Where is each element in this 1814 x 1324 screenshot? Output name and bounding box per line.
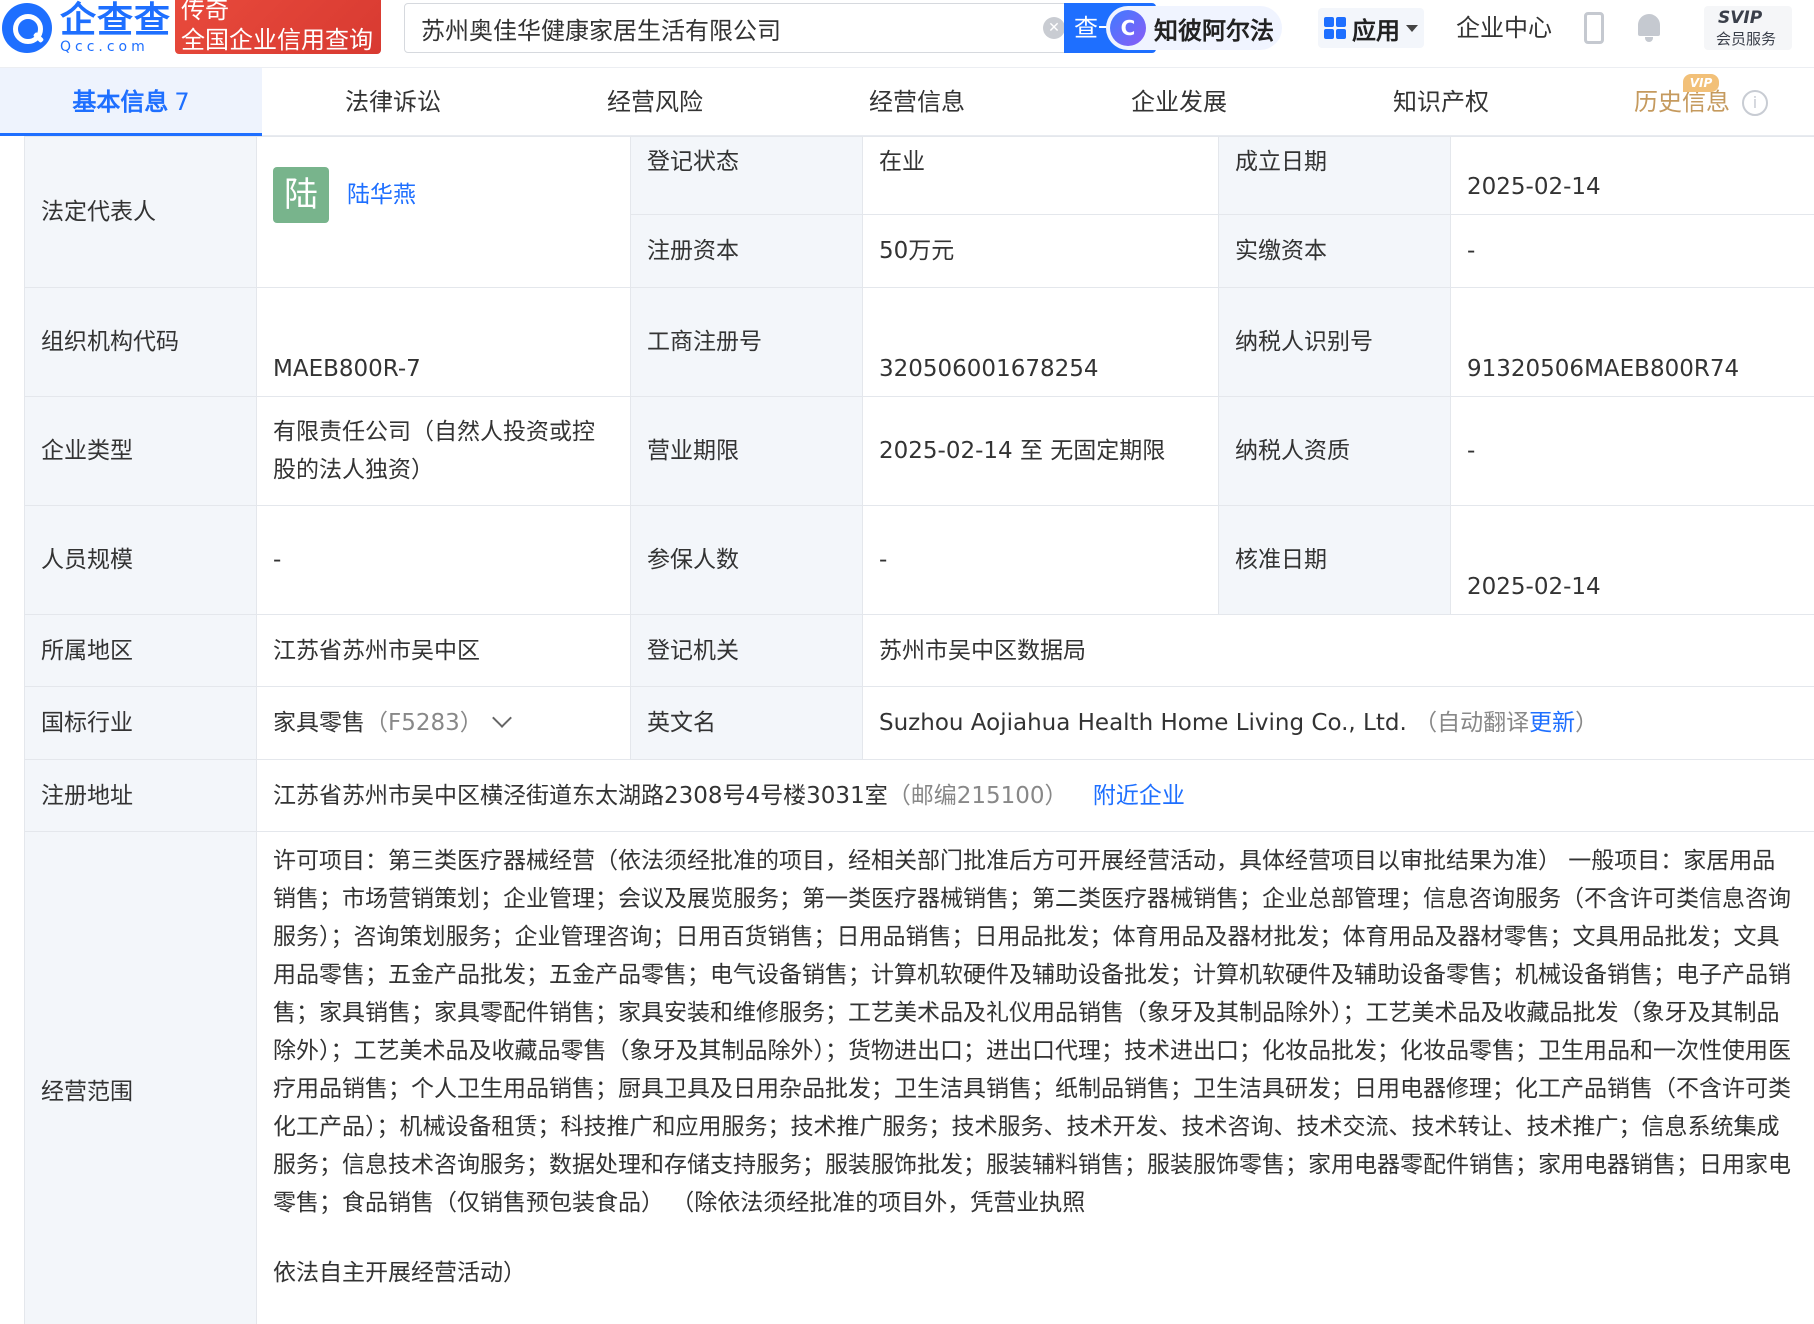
ai-label: 知彼阿尔法 xyxy=(1154,16,1274,45)
grid-icon xyxy=(1324,17,1346,39)
industry-code: （F5283） xyxy=(365,710,483,736)
industry-label: 国标行业 xyxy=(24,686,257,760)
mobile-icon[interactable] xyxy=(1584,12,1604,44)
en-name-update-link[interactable]: 更新 xyxy=(1529,710,1575,736)
en-name-label: 英文名 xyxy=(630,686,863,760)
paid-capital-label: 实缴资本 xyxy=(1218,214,1451,288)
legal-rep-label: 法定代表人 xyxy=(24,136,257,288)
chevron-down-icon[interactable] xyxy=(491,708,512,728)
company-type-label: 企业类型 xyxy=(24,396,257,506)
tab-development[interactable]: 企业发展 xyxy=(1048,68,1310,136)
section-tabs: 基本信息 7 法律诉讼 经营风险 经营信息 企业发展 知识产权 历史信息 VIP … xyxy=(0,68,1814,136)
tab-risk[interactable]: 经营风险 xyxy=(524,68,786,136)
region: 江苏省苏州市吴中区 xyxy=(256,614,631,687)
search-box: ✕ xyxy=(404,3,1080,53)
reg-status: 在业 xyxy=(862,136,1219,215)
biz-reg-no: 320506001678254 xyxy=(862,287,1219,397)
address: 江苏省苏州市吴中区横泾街道东太湖路2308号4号楼3031室 xyxy=(273,782,888,809)
logo-cn: 企查查 xyxy=(60,0,172,41)
en-name-note-open: （自动翻译 xyxy=(1414,710,1530,736)
business-scope-tail: 依法自主开展经营活动） xyxy=(273,1260,526,1286)
ai-logo-icon: C xyxy=(1110,10,1146,46)
legal-rep-cell: 陆 陆华燕 xyxy=(256,136,631,288)
tab-legal[interactable]: 法律诉讼 xyxy=(262,68,524,136)
qcc-logo[interactable]: 企查查 Qcc.com xyxy=(0,0,171,56)
taxpayer-qual-label: 纳税人资质 xyxy=(1218,396,1451,506)
en-name-note-close: ） xyxy=(1575,710,1599,736)
scope-label: 经营范围 xyxy=(24,831,257,1324)
en-name-cell: Suzhou Aojiahua Health Home Living Co., … xyxy=(862,686,1814,760)
apps-label: 应用 xyxy=(1352,16,1400,45)
approval-date-label: 核准日期 xyxy=(1218,505,1451,615)
basic-info-table: 法定代表人 陆 陆华燕 登记状态 在业 成立日期 2025-02-14 注册资本… xyxy=(24,136,1814,1324)
industry-cell[interactable]: 家具零售（F5283） xyxy=(256,686,631,760)
reg-authority: 苏州市吴中区数据局 xyxy=(862,614,1814,687)
promo-banner[interactable]: 传奇 全国企业信用查询 xyxy=(175,0,381,54)
bell-icon[interactable] xyxy=(1636,12,1662,42)
org-code-label: 组织机构代码 xyxy=(24,287,257,397)
org-code: MAEB800R-7 xyxy=(256,287,631,397)
reg-capital: 50万元 xyxy=(862,214,1219,288)
address-label: 注册地址 xyxy=(24,759,257,832)
insured: - xyxy=(862,505,1219,615)
tab-count: 7 xyxy=(174,88,190,116)
reg-capital-label: 注册资本 xyxy=(630,214,863,288)
clear-icon[interactable]: ✕ xyxy=(1043,17,1065,39)
enterprise-center-link[interactable]: 企业中心 xyxy=(1456,10,1552,46)
info-icon[interactable]: i xyxy=(1742,90,1768,116)
search-input[interactable] xyxy=(421,4,1001,52)
paid-capital: - xyxy=(1450,214,1814,288)
approval-date: 2025-02-14 xyxy=(1450,505,1814,615)
ai-assistant-button[interactable]: C 知彼阿尔法 xyxy=(1106,6,1282,50)
avatar: 陆 xyxy=(273,167,329,223)
reg-status-label: 登记状态 xyxy=(630,136,863,215)
taxpayer-id-label: 纳税人识别号 xyxy=(1218,287,1451,397)
staff-size: - xyxy=(256,505,631,615)
scope-cell: 许可项目：第三类医疗器械经营（依法须经批准的项目，经相关部门批准后方可开展经营活… xyxy=(256,831,1814,1324)
qcc-logo-icon xyxy=(2,3,52,53)
tab-ip[interactable]: 知识产权 xyxy=(1310,68,1572,136)
tab-basic-info[interactable]: 基本信息 7 xyxy=(0,68,262,136)
reg-authority-label: 登记机关 xyxy=(630,614,863,687)
found-date-label: 成立日期 xyxy=(1218,136,1451,215)
address-cell: 江苏省苏州市吴中区横泾街道东太湖路2308号4号楼3031室（邮编215100）… xyxy=(256,759,1814,832)
company-type: 有限责任公司（自然人投资或控股的法人独资） xyxy=(256,396,631,506)
industry: 家具零售 xyxy=(273,710,365,736)
found-date: 2025-02-14 xyxy=(1450,136,1814,215)
promo-line2: 全国企业信用查询 xyxy=(181,26,373,54)
logo-en: Qcc.com xyxy=(60,39,149,55)
term: 2025-02-14 至 无固定期限 xyxy=(862,396,1219,506)
svip-button[interactable]: SVIP 会员服务 xyxy=(1704,6,1792,50)
svip-sublabel: 会员服务 xyxy=(1716,30,1777,48)
caret-down-icon xyxy=(1406,24,1418,32)
top-header: 企查查 Qcc.com 传奇 全国企业信用查询 ✕ 查一下 C 知彼阿尔法 应用… xyxy=(0,0,1814,68)
insured-label: 参保人数 xyxy=(630,505,863,615)
legal-rep-name[interactable]: 陆华燕 xyxy=(347,176,416,214)
region-label: 所属地区 xyxy=(24,614,257,687)
vip-badge: VIP xyxy=(1683,74,1719,92)
postcode: （邮编215100） xyxy=(887,782,1068,809)
business-scope: 许可项目：第三类医疗器械经营（依法须经批准的项目，经相关部门批准后方可开展经营活… xyxy=(273,848,1791,1216)
staff-size-label: 人员规模 xyxy=(24,505,257,615)
nearby-companies-link[interactable]: 附近企业 xyxy=(1093,783,1185,809)
taxpayer-id: 91320506MAEB800R74 xyxy=(1450,287,1814,397)
apps-menu[interactable]: 应用 xyxy=(1318,8,1424,48)
term-label: 营业期限 xyxy=(630,396,863,506)
biz-reg-no-label: 工商注册号 xyxy=(630,287,863,397)
promo-line1: 传奇 xyxy=(181,0,229,24)
tab-operation[interactable]: 经营信息 xyxy=(786,68,1048,136)
svip-label: SVIP xyxy=(1718,8,1763,28)
taxpayer-qual: - xyxy=(1450,396,1814,506)
en-name: Suzhou Aojiahua Health Home Living Co., … xyxy=(879,710,1407,736)
